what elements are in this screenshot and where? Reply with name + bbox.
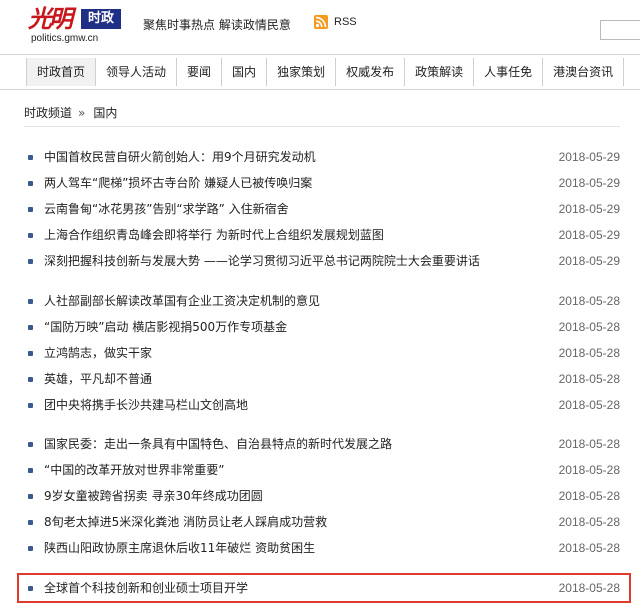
news-title[interactable]: 陕西山阳政协原主席退休后收11年破烂 资助贫困生 xyxy=(44,535,315,561)
news-item[interactable]: 8旬老太掉进5米深化粪池 消防员让老人踩肩成功营救 2018-05-28 xyxy=(28,509,624,535)
news-item-highlighted[interactable]: 全球首个科技创新和创业硕士项目开学 2018-05-28 xyxy=(28,575,624,601)
bullet-icon xyxy=(28,259,33,264)
main-nav: 时政首页 领导人活动 要闻 国内 独家策划 权威发布 政策解读 人事任免 港澳台资讯 xyxy=(0,54,640,90)
breadcrumb-channel[interactable]: 时政频道 xyxy=(24,106,72,120)
bullet-icon xyxy=(28,299,33,304)
news-item[interactable]: 9岁女童被跨省拐卖 寻亲30年终成功团圆 2018-05-28 xyxy=(28,483,624,509)
news-date: 2018-05-28 xyxy=(558,541,620,555)
nav-item-releases[interactable]: 权威发布 xyxy=(336,58,406,86)
nav-item-domestic[interactable]: 国内 xyxy=(222,58,268,86)
site-header: 光明 时政 politics.gmw.cn 聚焦时事热点 解读政情民意 RSS xyxy=(0,0,640,48)
news-title[interactable]: 两人驾车“爬梯”损坏古寺台阶 嫌疑人已被传唤归案 xyxy=(44,170,312,196)
search-input[interactable] xyxy=(600,20,640,40)
site-logo[interactable]: 光明 时政 politics.gmw.cn xyxy=(28,6,124,46)
news-item[interactable]: 陕西山阳政协原主席退休后收11年破烂 资助贫困生 2018-05-28 xyxy=(28,535,624,561)
news-title[interactable]: 全球首个科技创新和创业硕士项目开学 xyxy=(44,575,248,601)
news-title[interactable]: 云南鲁甸“冰花男孩”告别“求学路” 入住新宿舍 xyxy=(44,196,289,222)
news-title[interactable]: 8旬老太掉进5米深化粪池 消防员让老人踩肩成功营救 xyxy=(44,509,327,535)
news-item[interactable]: 团中央将携手长沙共建马栏山文创高地 2018-05-28 xyxy=(28,392,624,418)
bullet-icon xyxy=(28,233,33,238)
breadcrumb-divider xyxy=(24,126,620,127)
nav-item-policy[interactable]: 政策解读 xyxy=(405,58,475,86)
news-date: 2018-05-29 xyxy=(558,176,620,190)
bullet-icon xyxy=(28,442,33,447)
news-date: 2018-05-28 xyxy=(558,515,620,529)
news-item[interactable]: 人社部副部长解读改革国有企业工资决定机制的意见 2018-05-28 xyxy=(28,288,624,314)
news-title[interactable]: 人社部副部长解读改革国有企业工资决定机制的意见 xyxy=(44,288,320,314)
nav-item-leaders[interactable]: 领导人活动 xyxy=(96,58,178,86)
news-date: 2018-05-28 xyxy=(558,463,620,477)
news-item[interactable]: 两人驾车“爬梯”损坏古寺台阶 嫌疑人已被传唤归案 2018-05-29 xyxy=(28,170,624,196)
news-date: 2018-05-28 xyxy=(558,320,620,334)
news-title[interactable]: 团中央将携手长沙共建马栏山文创高地 xyxy=(44,392,248,418)
bullet-icon xyxy=(28,325,33,330)
nav-item-home[interactable]: 时政首页 xyxy=(27,58,97,86)
news-group-2: 人社部副部长解读改革国有企业工资决定机制的意见 2018-05-28 “国防万映”… xyxy=(28,288,624,418)
news-group-3: 国家民委：走出一条具有中国特色、自治县特点的新时代发展之路 2018-05-28 … xyxy=(28,431,624,561)
bullet-icon xyxy=(28,181,33,186)
news-date: 2018-05-28 xyxy=(558,398,620,412)
news-group-4: 全球首个科技创新和创业硕士项目开学 2018-05-28 xyxy=(28,575,624,601)
news-item[interactable]: 立鸿鹄志，做实干家 2018-05-28 xyxy=(28,340,624,366)
bullet-icon xyxy=(28,207,33,212)
bullet-icon xyxy=(28,520,33,525)
news-date: 2018-05-28 xyxy=(558,437,620,451)
news-title[interactable]: 中国首枚民营自研火箭创始人：用9个月研究发动机 xyxy=(44,144,316,170)
breadcrumb-separator: » xyxy=(78,106,86,120)
news-item[interactable]: 深刻把握科技创新与发展大势 ——论学习贯彻习近平总书记两院院士大会重要讲话 201… xyxy=(28,248,624,274)
nav-item-appointments[interactable]: 人事任免 xyxy=(474,58,544,86)
news-item[interactable]: “国防万映”启动 横店影视捐500万作专项基金 2018-05-28 xyxy=(28,314,624,340)
logo-channel-badge: 时政 xyxy=(81,9,121,29)
news-date: 2018-05-28 xyxy=(558,346,620,360)
bullet-icon xyxy=(28,351,33,356)
news-title[interactable]: 9岁女童被跨省拐卖 寻亲30年终成功团圆 xyxy=(44,483,263,509)
nav-item-hk-macau-taiwan[interactable]: 港澳台资讯 xyxy=(543,58,625,86)
news-date: 2018-05-28 xyxy=(558,489,620,503)
bullet-icon xyxy=(28,468,33,473)
news-title[interactable]: 深刻把握科技创新与发展大势 ——论学习贯彻习近平总书记两院院士大会重要讲话 xyxy=(44,248,480,274)
rss-feed-icon xyxy=(314,15,328,29)
news-title[interactable]: 立鸿鹄志，做实干家 xyxy=(44,340,152,366)
bullet-icon xyxy=(28,403,33,408)
news-title[interactable]: “中国的改革开放对世界非常重要” xyxy=(44,457,224,483)
bullet-icon xyxy=(28,155,33,160)
news-title[interactable]: “国防万映”启动 横店影视捐500万作专项基金 xyxy=(44,314,287,340)
news-date: 2018-05-28 xyxy=(558,372,620,386)
news-item[interactable]: 云南鲁甸“冰花男孩”告别“求学路” 入住新宿舍 2018-05-29 xyxy=(28,196,624,222)
news-item[interactable]: “中国的改革开放对世界非常重要” 2018-05-28 xyxy=(28,457,624,483)
news-date: 2018-05-28 xyxy=(558,581,620,595)
news-group-1: 中国首枚民营自研火箭创始人：用9个月研究发动机 2018-05-29 两人驾车“爬… xyxy=(28,144,624,274)
breadcrumb-current[interactable]: 国内 xyxy=(93,106,117,120)
news-date: 2018-05-29 xyxy=(558,254,620,268)
nav-item-exclusive[interactable]: 独家策划 xyxy=(267,58,337,86)
bullet-icon xyxy=(28,377,33,382)
news-item[interactable]: 上海合作组织青岛峰会即将举行 为新时代上合组织发展规划蓝图 2018-05-29 xyxy=(28,222,624,248)
news-title[interactable]: 上海合作组织青岛峰会即将举行 为新时代上合组织发展规划蓝图 xyxy=(44,222,384,248)
news-date: 2018-05-29 xyxy=(558,228,620,242)
news-item[interactable]: 中国首枚民营自研火箭创始人：用9个月研究发动机 2018-05-29 xyxy=(28,144,624,170)
news-date: 2018-05-28 xyxy=(558,294,620,308)
news-item[interactable]: 英雄，平凡却不普通 2018-05-28 xyxy=(28,366,624,392)
rss-label: RSS xyxy=(334,16,357,28)
news-title[interactable]: 英雄，平凡却不普通 xyxy=(44,366,152,392)
news-title[interactable]: 国家民委：走出一条具有中国特色、自治县特点的新时代发展之路 xyxy=(44,431,392,457)
bullet-icon xyxy=(28,546,33,551)
nav-item-headlines[interactable]: 要闻 xyxy=(177,58,223,86)
bullet-icon xyxy=(28,586,33,591)
logo-domain: politics.gmw.cn xyxy=(31,33,99,44)
news-date: 2018-05-29 xyxy=(558,202,620,216)
news-date: 2018-05-29 xyxy=(558,150,620,164)
logo-brand-text: 光明 xyxy=(28,4,73,33)
bullet-icon xyxy=(28,494,33,499)
breadcrumb: 时政频道 » 国内 xyxy=(24,104,117,121)
news-item[interactable]: 国家民委：走出一条具有中国特色、自治县特点的新时代发展之路 2018-05-28 xyxy=(28,431,624,457)
site-slogan: 聚焦时事热点 解读政情民意 xyxy=(143,18,291,32)
